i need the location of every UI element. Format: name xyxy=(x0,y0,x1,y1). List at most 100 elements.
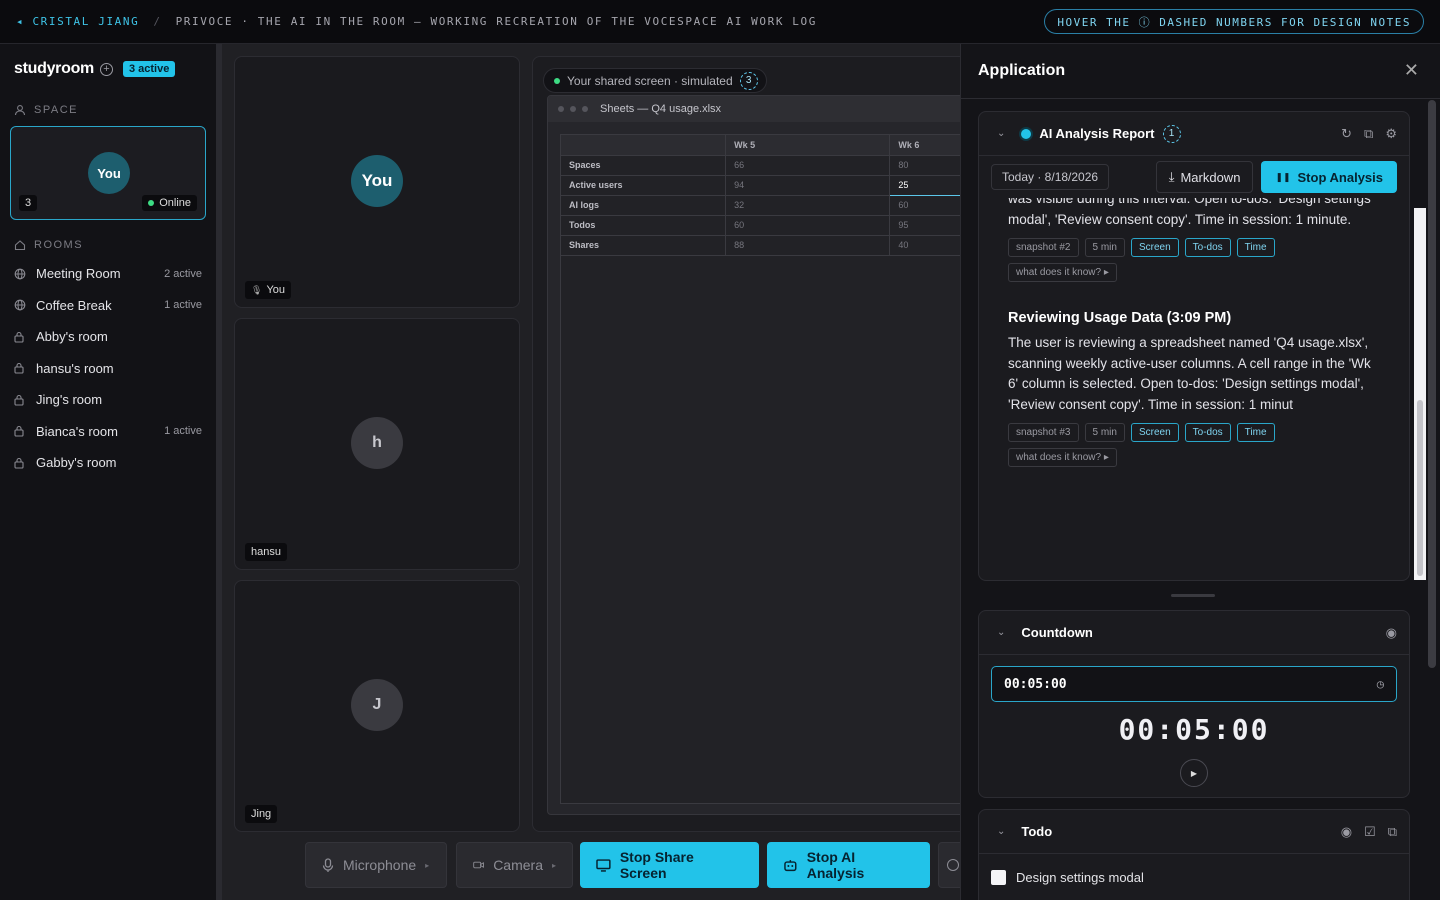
sidebar-item-jings-room[interactable]: Jing's room xyxy=(0,384,216,416)
microphone-button[interactable]: Microphone ▸ xyxy=(305,842,447,888)
todo-checkbox[interactable] xyxy=(991,870,1006,885)
sidebar-item-meeting-room[interactable]: Meeting Room 2 active xyxy=(0,258,216,290)
globe-icon xyxy=(14,299,28,311)
sidebar-item-gabbys-room[interactable]: Gabby's room xyxy=(0,447,216,479)
lock-icon xyxy=(14,425,28,437)
lock-icon xyxy=(14,457,28,469)
copy-icon[interactable]: ⧉ xyxy=(1364,126,1373,142)
chevron-down-icon[interactable]: ⌄ xyxy=(997,128,1005,139)
table-cell: 94 xyxy=(725,175,891,196)
design-note-marker[interactable]: 3 xyxy=(739,71,758,90)
todos-chip[interactable]: To-dos xyxy=(1184,423,1231,442)
chevron-down-icon[interactable]: ⌄ xyxy=(997,826,1005,837)
scrollbar-thumb[interactable] xyxy=(1417,400,1423,576)
countdown-header: ⌄ Countdown ◉ xyxy=(979,611,1409,655)
microphone-icon xyxy=(322,857,334,872)
row-label: Shares xyxy=(561,235,727,256)
participant-count: 3 xyxy=(19,195,38,211)
screen-chip[interactable]: Screen xyxy=(1130,423,1179,442)
gear-icon[interactable]: ⚙ xyxy=(1385,126,1397,142)
stop-share-screen-button[interactable]: Stop Share Screen xyxy=(580,842,759,888)
snapshot-chip[interactable]: snapshot #3 xyxy=(1008,423,1079,442)
sidebar-item-biancas-room[interactable]: Bianca's room 1 active xyxy=(0,416,216,448)
close-icon[interactable]: ✕ xyxy=(1404,60,1419,81)
row-label: AI logs xyxy=(561,195,727,216)
column-header: Wk 5 xyxy=(725,135,891,156)
add-icon[interactable]: + xyxy=(99,62,113,76)
sidebar-item-coffee-break[interactable]: Coffee Break 1 active xyxy=(0,290,216,322)
play-button[interactable]: ▶ xyxy=(1180,759,1208,787)
camera-button[interactable]: Camera ▸ xyxy=(456,842,573,888)
what-does-it-know-button[interactable]: what does it know? ▸ xyxy=(1008,448,1117,467)
snapshot-tags: snapshot #3 5 min Screen To-dos Time xyxy=(1008,423,1375,442)
column-header xyxy=(561,135,727,156)
table-cell: 95 xyxy=(889,215,969,236)
markdown-button[interactable]: ⤓ Markdown xyxy=(1155,161,1254,193)
ai-log-scrollbar[interactable] xyxy=(1414,208,1426,580)
sidebar-item-abbys-room[interactable]: Abby's room xyxy=(0,321,216,353)
shared-screen-pill: Your shared screen · simulated 3 xyxy=(543,68,767,93)
time-chip[interactable]: Time xyxy=(1236,423,1275,442)
lock-icon xyxy=(14,331,28,343)
lock-icon xyxy=(14,394,28,406)
panel-scrollbar[interactable] xyxy=(1426,100,1438,900)
user-icon xyxy=(14,105,26,116)
countdown-card: ⌄ Countdown ◉ 00:05:00 ◷ 00:05:00 ▶ xyxy=(978,610,1410,798)
stop-analysis-button[interactable]: ❚❚ Stop Analysis xyxy=(1261,161,1397,193)
play-icon: ▶ xyxy=(1190,768,1198,778)
pause-icon: ❚❚ xyxy=(1275,171,1291,182)
drag-handle[interactable] xyxy=(1171,594,1215,597)
time-chip[interactable]: Time xyxy=(1236,238,1275,257)
panel-header: Application ✕ xyxy=(961,44,1440,99)
shared-screen-panel: Your shared screen · simulated 3 Sheets … xyxy=(532,56,972,832)
active-badge: 3 active xyxy=(122,61,176,77)
status-dot-icon xyxy=(1021,128,1032,139)
date-selector[interactable]: Today · 8/18/2026 xyxy=(991,164,1110,190)
duration-chip[interactable]: 5 min xyxy=(1084,238,1125,257)
avatar: J xyxy=(351,679,403,731)
avatar: You xyxy=(351,155,403,207)
space-card[interactable]: You 3 Online xyxy=(10,126,206,220)
design-note-marker[interactable]: 1 xyxy=(1162,124,1181,143)
participant-tile-you[interactable]: You 🎙︎ You xyxy=(234,56,520,308)
checklist-icon[interactable]: ☑ xyxy=(1364,824,1376,840)
space-name[interactable]: studyroom xyxy=(14,60,94,78)
window-dot-icon xyxy=(558,106,564,112)
participant-name-tag: Jing xyxy=(245,805,278,823)
clock-icon[interactable]: ◷ xyxy=(1377,677,1384,691)
online-dot-icon xyxy=(148,200,155,206)
breadcrumb-separator: / xyxy=(153,15,162,28)
table-row: Active users 94 25 xyxy=(561,174,969,196)
spreadsheet-window: Sheets — Q4 usage.xlsx Wk 5 Wk 6 Spaces 6… xyxy=(547,95,971,815)
table-row: Todos 60 95 xyxy=(561,215,969,236)
copy-icon[interactable]: ⧉ xyxy=(1388,824,1397,840)
video-area: You 🎙︎ You h hansu J Jing Your shared scr… xyxy=(222,44,972,900)
chevron-right-icon[interactable]: ▸ xyxy=(425,861,429,870)
circle-icon xyxy=(947,859,959,871)
todos-chip[interactable]: To-dos xyxy=(1184,238,1231,257)
home-icon xyxy=(14,240,26,251)
refresh-icon[interactable]: ↻ xyxy=(1341,126,1352,142)
screen-chip[interactable]: Screen xyxy=(1130,238,1179,257)
countdown-input[interactable]: 00:05:00 ◷ xyxy=(991,666,1397,702)
eye-icon[interactable]: ◉ xyxy=(1386,625,1397,641)
back-link[interactable]: ◂ CRISTAL JIANG xyxy=(16,15,139,28)
space-header: studyroom + 3 active xyxy=(14,60,176,78)
what-does-it-know-button[interactable]: what does it know? ▸ xyxy=(1008,263,1117,282)
mic-off-icon: 🎙︎ xyxy=(251,285,263,295)
sidebar-item-hansus-room[interactable]: hansu's room xyxy=(0,353,216,385)
panel-title: Application xyxy=(978,62,1066,79)
log-entry-text: was visible during this interval. Open t… xyxy=(1008,198,1371,227)
participant-tile-hansu[interactable]: h hansu xyxy=(234,318,520,570)
design-notes-hint: HOVER THE ⓘ DASHED NUMBERS FOR DESIGN NO… xyxy=(1044,9,1424,34)
eye-icon[interactable]: ◉ xyxy=(1341,824,1352,840)
top-bar: ◂ CRISTAL JIANG / PRIVOCE · THE AI IN TH… xyxy=(0,0,1440,44)
chevron-down-icon[interactable]: ⌄ xyxy=(997,627,1005,638)
snapshot-chip[interactable]: snapshot #2 xyxy=(1008,238,1079,257)
duration-chip[interactable]: 5 min xyxy=(1084,423,1125,442)
scrollbar-thumb[interactable] xyxy=(1428,100,1436,668)
stop-ai-analysis-button[interactable]: Stop AI Analysis xyxy=(767,842,930,888)
chevron-right-icon[interactable]: ▸ xyxy=(552,861,556,870)
spreadsheet-grid: Wk 5 Wk 6 Spaces 66 80 Active users 94 25 AI… xyxy=(560,134,970,804)
participant-tile-jing[interactable]: J Jing xyxy=(234,580,520,832)
